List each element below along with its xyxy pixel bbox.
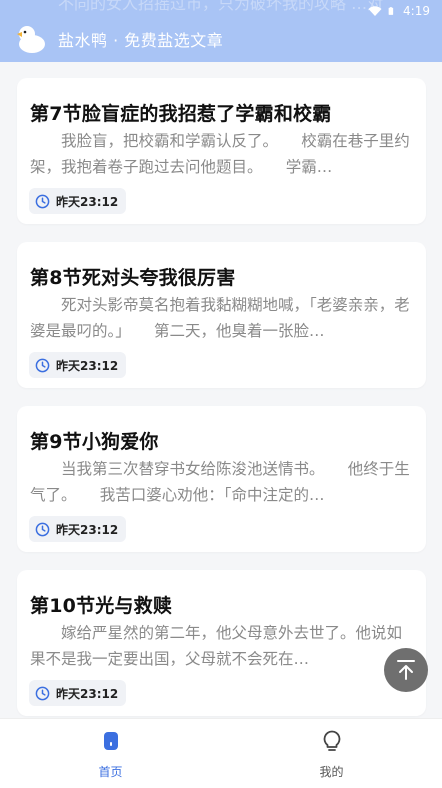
clock-icon — [35, 358, 50, 372]
time-badge: 昨天23:12 — [29, 680, 127, 706]
back-to-top-button[interactable] — [384, 648, 428, 692]
article-title: 第10节光与救赎 — [30, 595, 173, 617]
app-header: 不同的女人招摇过市，只为破坏我的攻略 …对 4:19 盐水鸭 · 免费盐选文章 — [0, 0, 442, 62]
article-excerpt: 当我第三次替穿书女给陈浚池送情书。 他终于生气了。 我苦口婆心劝他：「命中注定的… — [30, 460, 410, 504]
wifi-icon — [368, 6, 382, 16]
status-bar: 4:19 — [368, 2, 430, 20]
time-badge: 昨天23:12 — [29, 188, 127, 214]
article-title: 第8节死对头夸我很厉害 — [30, 267, 236, 289]
brand: 盐水鸭 · 免费盐选文章 — [14, 22, 223, 56]
home-icon — [103, 732, 118, 750]
battery-icon — [388, 7, 394, 15]
app-title: 盐水鸭 · 免费盐选文章 — [58, 31, 224, 50]
tab-mine-label: 我的 — [319, 765, 344, 779]
bottom-navigation: 首页 我的 — [0, 718, 442, 788]
article-excerpt: 死对头影帝莫名抱着我黏糊糊地喊，「老婆亲亲，老婆是最叼的。」 第二天，他臭着一张… — [30, 296, 410, 340]
tab-home[interactable]: 首页 — [0, 719, 221, 788]
article-time: 昨天23:12 — [56, 358, 119, 373]
article-excerpt: 我脸盲，把校霸和学霸认反了。 校霸在巷子里约架，我抱着卷子跑过去问他题目。 学霸… — [30, 132, 410, 176]
duck-logo-icon — [17, 26, 45, 53]
article-card[interactable]: 第7节脸盲症的我招惹了学霸和校霸 我脸盲，把校霸和学霸认反了。 校霸在巷子里约架… — [17, 78, 426, 224]
article-card[interactable]: 第10节光与救赎 嫁给严星然的第二年，他父母意外去世了。他说如果不是我一定要出国… — [17, 570, 426, 716]
tab-mine[interactable]: 我的 — [221, 719, 442, 788]
bulb-icon — [323, 730, 340, 751]
article-title: 第7节脸盲症的我招惹了学霸和校霸 — [30, 103, 332, 125]
time-badge: 昨天23:12 — [29, 352, 127, 378]
clock-icon — [35, 522, 50, 536]
article-card[interactable]: 第9节小狗爱你 当我第三次替穿书女给陈浚池送情书。 他终于生气了。 我苦口婆心劝… — [17, 406, 426, 552]
article-card[interactable]: 第8节死对头夸我很厉害 死对头影帝莫名抱着我黏糊糊地喊，「老婆亲亲，老婆是最叼的… — [17, 242, 426, 388]
status-time: 4:19 — [403, 4, 430, 18]
article-time: 昨天23:12 — [56, 194, 119, 209]
article-time: 昨天23:12 — [56, 686, 119, 701]
article-time: 昨天23:12 — [56, 522, 119, 537]
clock-icon — [35, 194, 50, 208]
tab-home-label: 首页 — [98, 765, 123, 779]
arrow-up-to-top-icon — [397, 660, 415, 680]
clock-icon — [35, 686, 50, 700]
article-excerpt: 嫁给严星然的第二年，他父母意外去世了。他说如果不是我一定要出国，父母就不会死在… — [30, 624, 403, 668]
scrolled-text-remnant: 不同的女人招摇过市，只为破坏我的攻略 …对 — [58, 0, 384, 13]
article-title: 第9节小狗爱你 — [30, 431, 159, 453]
time-badge: 昨天23:12 — [29, 516, 127, 542]
